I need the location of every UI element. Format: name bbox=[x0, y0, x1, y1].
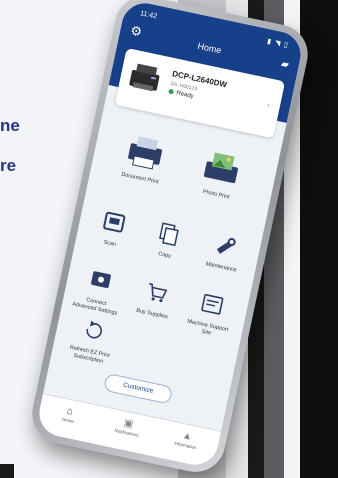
side-text-line-1: ne bbox=[0, 116, 20, 135]
customize-button[interactable]: Customize bbox=[102, 372, 174, 405]
support-site-icon bbox=[201, 294, 224, 315]
side-text-line-2: re bbox=[0, 156, 17, 175]
tile-label: Scan bbox=[102, 239, 117, 248]
tile-document-print[interactable]: Document Print bbox=[112, 131, 176, 188]
document-print-icon bbox=[128, 136, 163, 170]
tile-label: Machine Support Site bbox=[186, 318, 229, 337]
chevron-right-icon: › bbox=[266, 100, 271, 110]
bottom-left-tab bbox=[0, 464, 14, 478]
status-dot-icon bbox=[168, 88, 175, 95]
printer-status-text: Ready bbox=[175, 90, 194, 100]
copy-icon bbox=[159, 222, 179, 247]
nav-home[interactable]: ⌂ Home bbox=[44, 401, 94, 428]
tile-label: Document Print bbox=[120, 171, 160, 186]
tile-scan[interactable]: Scan bbox=[89, 207, 136, 251]
scan-icon bbox=[103, 211, 126, 233]
tile-photo-print[interactable]: Photo Print bbox=[188, 147, 252, 204]
nav-notifications[interactable]: ▣ Notifications bbox=[103, 414, 153, 441]
status-icons: ▮ ◥ ▯ bbox=[266, 38, 290, 50]
maintenance-icon bbox=[216, 237, 236, 254]
stripe-black-edge bbox=[300, 0, 338, 478]
printer-icon bbox=[129, 63, 160, 92]
refresh-icon bbox=[86, 320, 103, 339]
status-time: 11:42 bbox=[139, 10, 158, 21]
tile-label: Maintenance bbox=[205, 261, 238, 274]
tile-label: Refresh EZ Print Subscription bbox=[69, 344, 111, 365]
tile-label: Buy Supplies bbox=[135, 307, 169, 321]
tile-copy[interactable]: Copy bbox=[144, 219, 191, 263]
tile-connect-advanced[interactable]: Connect Advanced Settings bbox=[72, 265, 126, 317]
photo-print-icon bbox=[204, 152, 238, 184]
tile-label: Connect Advanced Settings bbox=[71, 297, 118, 317]
tile-machine-support[interactable]: Machine Support Site bbox=[183, 289, 237, 341]
tile-label: Copy bbox=[157, 251, 172, 260]
nav-information[interactable]: ▲ Information bbox=[161, 426, 211, 453]
tile-label: Photo Print bbox=[202, 188, 231, 201]
cart-icon bbox=[149, 282, 168, 303]
connect-advanced-icon bbox=[91, 271, 111, 288]
tile-refresh-ez-print[interactable]: Refresh EZ Print Subscription bbox=[61, 314, 123, 367]
tile-buy-supplies[interactable]: Buy Supplies bbox=[130, 277, 181, 322]
tile-maintenance[interactable]: Maintenance bbox=[199, 231, 250, 276]
